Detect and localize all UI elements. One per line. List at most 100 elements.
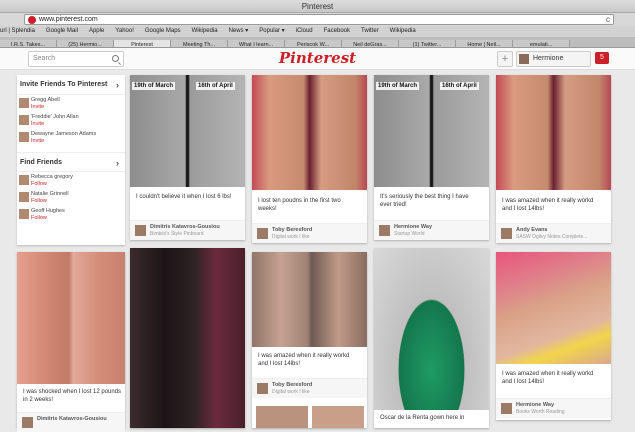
pin-description: I was amazed when it really workd and I …: [258, 353, 350, 367]
follow-link[interactable]: Follow: [31, 198, 125, 205]
search-icon: [112, 55, 119, 62]
find-friends-title: Find Friends: [20, 159, 62, 166]
pin-attribution[interactable]: Hermione Way Startup World: [374, 220, 489, 240]
avatar: [19, 98, 29, 108]
pinner-name: Hermione Way: [516, 402, 555, 408]
pin-card[interactable]: I lost ten poudns in the first two weeks…: [252, 75, 367, 243]
browser-tab[interactable]: Periscok W...: [285, 40, 342, 47]
bookmark-item[interactable]: Facebook: [324, 28, 350, 34]
pinner-name: Andy Evans: [516, 227, 548, 233]
add-pin-button[interactable]: +: [497, 51, 513, 67]
person-name: Geoff Hughes: [31, 208, 65, 214]
pin-description: I was amazed when it really workd and I …: [502, 198, 594, 212]
search-input[interactable]: Search: [28, 51, 124, 67]
pin-image[interactable]: [312, 406, 364, 428]
pin-description: I was shocked when I lost 12 pounds in 2…: [23, 389, 122, 403]
pin-image[interactable]: [130, 75, 245, 187]
pin-card[interactable]: [130, 248, 245, 428]
board-name: Books Worth Reading: [516, 409, 565, 415]
follow-link[interactable]: Follow: [31, 181, 125, 188]
browser-tab[interactable]: (1) Twitter...: [399, 40, 456, 47]
bookmark-item[interactable]: Wikipedia: [390, 28, 416, 34]
browser-tab[interactable]: I.R.S. Takes...: [0, 40, 57, 47]
pin-card[interactable]: Oscar de la Renta gown here in: [374, 248, 489, 428]
pin-card[interactable]: I was amazed when it really workd and I …: [496, 75, 611, 243]
board-name: SASW Ogilvy Notes Complete...: [516, 234, 588, 240]
list-item[interactable]: Rebecca gregory Follow: [17, 172, 125, 189]
invite-friends-header[interactable]: Invite Friends To Pinterest ›: [17, 75, 125, 95]
bookmark-item[interactable]: Google Maps: [145, 28, 181, 34]
board-name: Digital work I like: [272, 389, 310, 395]
reload-icon[interactable]: c: [606, 15, 610, 25]
browser-tab[interactable]: (25) Hermio...: [57, 40, 114, 47]
bookmark-item[interactable]: iCloud: [296, 28, 313, 34]
pin-attribution[interactable]: Dimitris Katavros-Gousiou: [17, 412, 125, 432]
bookmark-item[interactable]: Twitter: [361, 28, 379, 34]
pin-attribution[interactable]: Toby Beresford Digital work I like: [252, 378, 367, 398]
browser-tab[interactable]: emulati...: [513, 40, 570, 47]
list-item[interactable]: Natalie Grinnell Follow: [17, 189, 125, 206]
pin-card[interactable]: I was amazed when it really workd and I …: [252, 252, 367, 428]
pin-description: It's seriously the best thing I have eve…: [380, 194, 469, 208]
pin-image[interactable]: [17, 252, 125, 384]
browser-tab[interactable]: What I learn...: [228, 40, 285, 47]
bookmark-item[interactable]: url | Splendia: [0, 28, 35, 34]
user-name: Hermione: [533, 55, 564, 62]
pin-caption: 16th of April: [440, 82, 479, 90]
pin-description: I couldn't believe it when I lost 6 lbs!: [136, 194, 232, 200]
person-name: Dewayne Jameson Adams: [31, 131, 97, 137]
pin-image[interactable]: [256, 406, 308, 428]
pin-image[interactable]: [252, 75, 367, 190]
invite-link[interactable]: Invite: [31, 104, 125, 111]
pin-image[interactable]: [374, 75, 489, 187]
pin-caption: 16th of April: [196, 82, 235, 90]
avatar: [519, 54, 529, 64]
pin-attribution[interactable]: Toby Beresford Digital work I like: [252, 223, 367, 243]
pin-image[interactable]: [496, 75, 611, 190]
browser-tab[interactable]: Meeting Th...: [171, 40, 228, 47]
bookmark-item[interactable]: Wikipedia: [192, 28, 218, 34]
list-item[interactable]: 'Freddie' John Allan Invite: [17, 112, 125, 129]
pin-attribution[interactable]: Dimitris Katavros-Gousiou Bimbiis's Style…: [130, 220, 245, 240]
pin-description: Oscar de la Renta gown here in: [380, 415, 465, 421]
bookmark-item[interactable]: Yahoo!: [115, 28, 134, 34]
pin-image[interactable]: [130, 248, 245, 428]
pin-image[interactable]: [374, 248, 489, 410]
pin-description: I was amazed when it really workd and I …: [502, 371, 594, 385]
browser-tab[interactable]: Neil deGras...: [342, 40, 399, 47]
avatar: [257, 228, 268, 239]
list-item[interactable]: Dewayne Jameson Adams Invite: [17, 129, 125, 146]
avatar: [257, 383, 268, 394]
chevron-right-icon: ›: [116, 80, 119, 90]
pin-attribution[interactable]: Andy Evans SASW Ogilvy Notes Complete...: [496, 223, 611, 243]
pin-card[interactable]: 19th of March 16th of April It's serious…: [374, 75, 489, 240]
tab-strip: I.R.S. Takes... (25) Hermio... Pinterest Me…: [0, 37, 635, 48]
notifications-badge[interactable]: 5: [595, 52, 609, 64]
invite-link[interactable]: Invite: [31, 138, 125, 145]
bookmark-item[interactable]: Popular ▾: [259, 28, 284, 34]
pin-card[interactable]: 19th of March 16th of April I couldn't b…: [130, 75, 245, 240]
browser-tab[interactable]: Home | Neil...: [456, 40, 513, 47]
pin-caption: 19th of March: [132, 82, 176, 90]
pin-image[interactable]: [496, 252, 611, 364]
window-title: Pinterest: [0, 0, 635, 13]
bookmark-item[interactable]: Apple: [89, 28, 104, 34]
pinner-name: Toby Beresford: [272, 227, 313, 233]
pin-attribution[interactable]: Hermione Way Books Worth Reading: [496, 398, 611, 418]
follow-link[interactable]: Follow: [31, 215, 125, 222]
pin-card[interactable]: I was shocked when I lost 12 pounds in 2…: [17, 252, 125, 432]
browser-tab-active[interactable]: Pinterest: [114, 40, 171, 47]
bookmark-item[interactable]: Google Mail: [46, 28, 78, 34]
pin-card[interactable]: I was amazed when it really workd and I …: [496, 252, 611, 420]
friends-sidebar: Invite Friends To Pinterest › Gregg Abel…: [17, 75, 125, 245]
invite-link[interactable]: Invite: [31, 121, 125, 128]
find-friends-header[interactable]: Find Friends ›: [17, 152, 125, 172]
bookmark-item[interactable]: News ▾: [229, 28, 249, 34]
list-item[interactable]: Gregg Abell Invite: [17, 95, 125, 112]
pin-image[interactable]: [252, 252, 367, 347]
pinner-name: Dimitris Katavros-Gousiou: [150, 224, 220, 230]
board-name: Bimbiis's Style Pinboard: [150, 231, 204, 237]
user-menu-button[interactable]: Hermione: [516, 51, 591, 67]
list-item[interactable]: Geoff Hughes Follow: [17, 206, 125, 223]
address-field[interactable]: www.pinterest.com c: [24, 14, 614, 25]
